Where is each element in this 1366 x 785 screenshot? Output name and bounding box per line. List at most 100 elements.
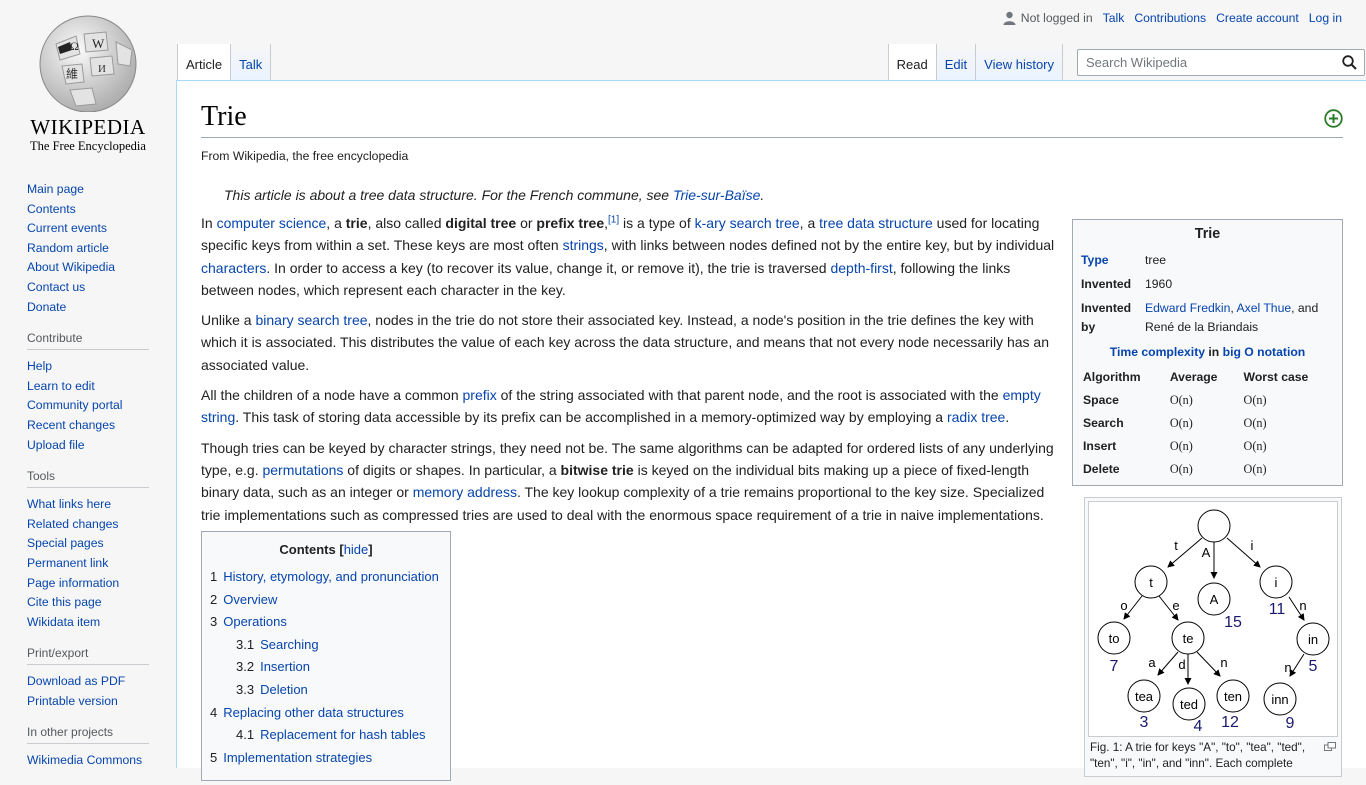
add-plus-icon[interactable] (1324, 109, 1343, 128)
sidebar-item-random-article[interactable]: Random article (27, 239, 176, 259)
reference-1[interactable]: [1] (608, 214, 619, 225)
content-area: Trie From Wikipedia, the free encycloped… (176, 80, 1366, 781)
link-memory-address[interactable]: memory address (413, 484, 517, 500)
trie-node: tea (1135, 689, 1154, 704)
sidebar-item-contact[interactable]: Contact us (27, 278, 176, 298)
link-strings[interactable]: strings (563, 237, 604, 253)
sidebar-item-upload-file[interactable]: Upload file (27, 436, 176, 456)
sidebar-item-page-information[interactable]: Page information (27, 574, 176, 594)
toc-hide-link[interactable]: hide (344, 542, 369, 557)
infobox-row: Invented 1960 (1081, 276, 1173, 291)
trie-value: 7 (1110, 658, 1119, 675)
sidebar-item-main-page[interactable]: Main page (27, 180, 176, 200)
trie-edge-label: n (1299, 598, 1306, 613)
trie-node: ten (1224, 689, 1242, 704)
sidebar-item-community-portal[interactable]: Community portal (27, 396, 176, 416)
paragraph-2: Unlike a binary search tree, nodes in th… (201, 312, 1049, 373)
sidebar-item-cite[interactable]: Cite this page (27, 593, 176, 613)
search-input[interactable] (1084, 54, 1328, 71)
figure-caption: Fig. 1: A trie for keys "A", "to", "tea"… (1088, 737, 1338, 772)
tab-view-history[interactable]: View history (976, 44, 1063, 80)
table-row: Delete O(n) O(n) (1083, 462, 1267, 476)
trie-node: in (1308, 632, 1318, 647)
sidebar-item-permanent-link[interactable]: Permanent link (27, 554, 176, 574)
toc-entry[interactable]: 3.2 Insertion (210, 656, 442, 679)
toc-entry[interactable]: 4.1 Replacement for hash tables (210, 724, 442, 747)
wordmark: WIKIPEDIA (30, 115, 146, 139)
toc-entry[interactable]: 4 Replacing other data structures (210, 702, 442, 725)
toc-title: Contents [hide] (279, 542, 373, 557)
wikipedia-logo[interactable]: Ω W 維 И WIKIPEDIA The Free Encyclopedia (0, 0, 176, 160)
link-time-complexity[interactable]: Time complexity (1110, 345, 1205, 359)
link-big-o[interactable]: big O notation (1223, 345, 1306, 359)
sidebar-item-learn-to-edit[interactable]: Learn to edit (27, 377, 176, 397)
tab-read[interactable]: Read (887, 44, 937, 80)
user-icon (1003, 11, 1016, 25)
personal-talk-link[interactable]: Talk (1103, 11, 1125, 25)
sidebar-item-download-pdf[interactable]: Download as PDF (27, 672, 176, 692)
trie-value: 5 (1309, 658, 1318, 675)
trie-value: 11 (1269, 601, 1286, 618)
tab-article[interactable]: Article (177, 44, 232, 80)
page-title: Trie (201, 101, 247, 132)
trie-edge-label: e (1172, 598, 1179, 613)
table-row: Search O(n) O(n) (1083, 416, 1267, 430)
sidebar-item-current-events[interactable]: Current events (27, 219, 176, 239)
link-axel-thue[interactable]: Axel Thue (1236, 301, 1291, 315)
sidebar-item-wikidata[interactable]: Wikidata item (27, 613, 176, 633)
trie-edge-label: d (1178, 657, 1185, 672)
sidebar-item-about[interactable]: About Wikipedia (27, 258, 176, 278)
link-tree-data-structure[interactable]: tree data structure (819, 215, 933, 231)
trie-value: 9 (1286, 715, 1295, 732)
contributions-link[interactable]: Contributions (1134, 11, 1206, 25)
toc-entry[interactable]: 5 Implementation strategies (210, 747, 442, 770)
link-depth-first[interactable]: depth-first (830, 260, 892, 276)
type-link[interactable]: Type (1081, 253, 1109, 267)
sidebar-item-contents[interactable]: Contents (27, 200, 176, 220)
logo-tagline: The Free Encyclopedia (30, 139, 146, 153)
table-of-contents: Contents [hide] 1 History, etymology, and… (201, 531, 451, 781)
toc-entry[interactable]: 3.3 Deletion (210, 679, 442, 702)
toc-entry[interactable]: 2 Overview (210, 589, 442, 612)
sidebar-item-related-changes[interactable]: Related changes (27, 515, 176, 535)
search-icon[interactable] (1342, 55, 1357, 70)
infobox: Trie Type tree Invented 1960 Invented by … (1072, 219, 1343, 486)
trie-diagram[interactable]: t A i to te in tea ted ten inn t A i o e (1088, 501, 1338, 737)
sidebar-item-special-pages[interactable]: Special pages (27, 534, 176, 554)
sidebar-item-donate[interactable]: Donate (27, 298, 176, 318)
toc-entry[interactable]: 3.1 Searching (210, 634, 442, 657)
link-edward-fredkin[interactable]: Edward Fredkin (1145, 301, 1230, 315)
svg-text:Ω: Ω (70, 39, 79, 53)
link-kary-search-tree[interactable]: k-ary search tree (695, 215, 800, 231)
sidebar-item-commons[interactable]: Wikimedia Commons (27, 751, 176, 771)
link-prefix[interactable]: prefix (463, 387, 497, 403)
link-permutations[interactable]: permutations (262, 462, 343, 478)
contribute-heading: Contribute (27, 331, 149, 351)
log-in-link[interactable]: Log in (1309, 11, 1342, 25)
sidebar-item-help[interactable]: Help (27, 357, 176, 377)
link-computer-science[interactable]: computer science (217, 215, 327, 231)
hatnote: This article is about a tree data struct… (224, 187, 765, 203)
hatnote-link[interactable]: Trie-sur-Baïse (673, 187, 760, 203)
link-radix-tree[interactable]: radix tree (947, 409, 1005, 425)
toc-entry[interactable]: 3 Operations (210, 611, 442, 634)
toc-entry[interactable]: 1 History, etymology, and pronunciation (210, 566, 442, 589)
tab-edit[interactable]: Edit (936, 44, 977, 80)
tab-talk[interactable]: Talk (231, 44, 272, 80)
trie-edge-label: i (1251, 538, 1254, 553)
sidebar-item-recent-changes[interactable]: Recent changes (27, 416, 176, 436)
sidebar-print: Print/export Download as PDF Printable v… (0, 646, 176, 711)
link-binary-search-tree[interactable]: binary search tree (255, 312, 367, 328)
tools-heading: Tools (27, 469, 149, 489)
link-characters[interactable]: characters (201, 260, 266, 276)
trie-edge-label: a (1148, 655, 1156, 670)
svg-text:И: И (98, 63, 106, 75)
sidebar-item-printable[interactable]: Printable version (27, 692, 176, 712)
svg-text:維: 維 (66, 67, 78, 81)
sidebar-item-what-links-here[interactable]: What links here (27, 495, 176, 515)
create-account-link[interactable]: Create account (1216, 11, 1299, 25)
enlarge-icon[interactable] (1324, 742, 1336, 751)
trie-edge-label: t (1174, 538, 1178, 553)
view-tabs: Read Edit View history (887, 44, 1063, 80)
trie-value: 3 (1140, 714, 1149, 731)
